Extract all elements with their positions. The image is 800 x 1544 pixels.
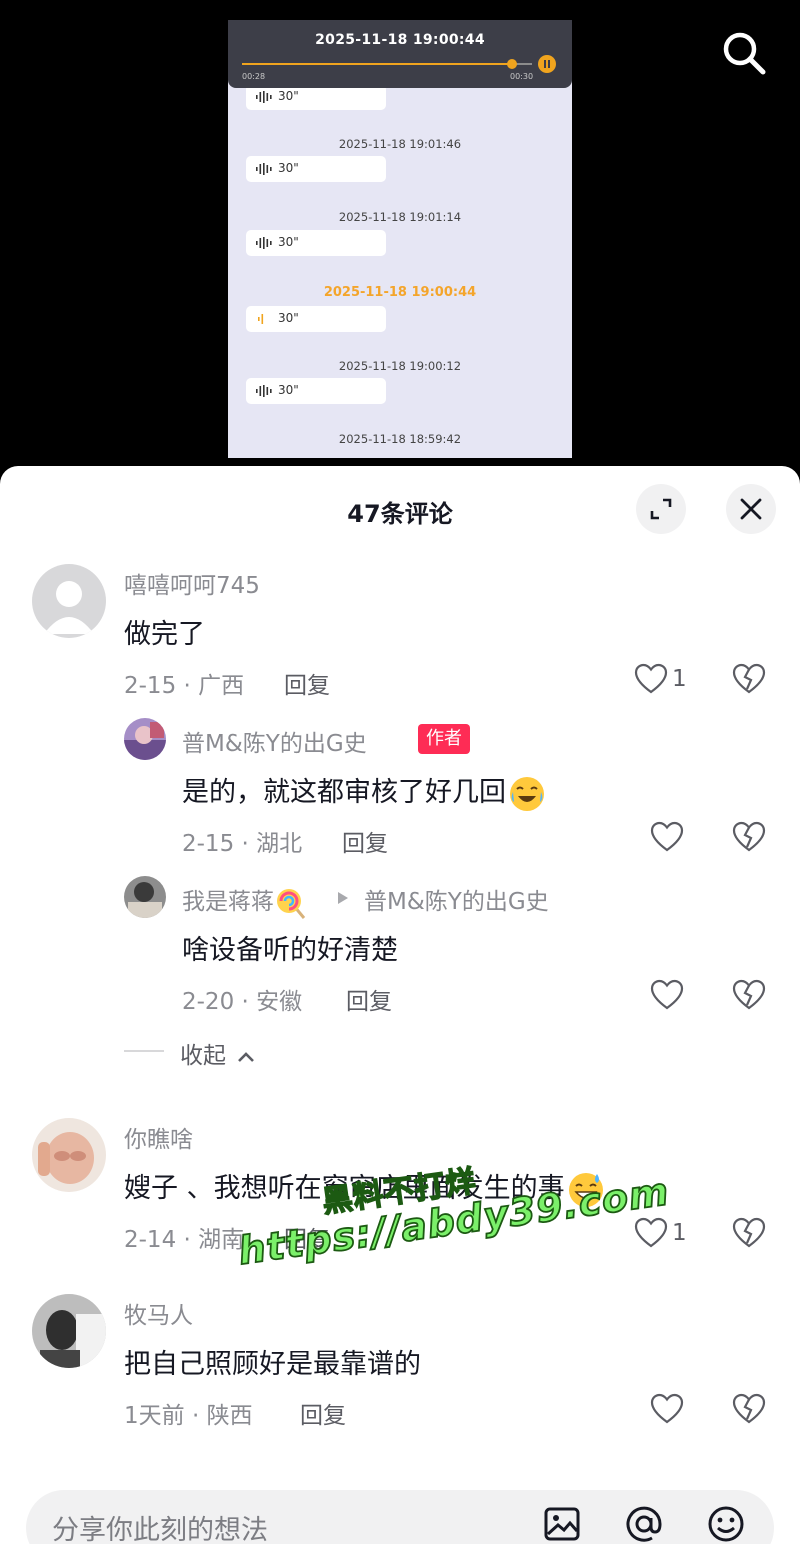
heart-icon[interactable] <box>634 662 668 696</box>
reply-button[interactable]: 回复 <box>284 666 330 700</box>
reply-meta: 2-20 · 安徽 <box>182 989 303 1015</box>
collapse-label: 收起 <box>180 1043 226 1069</box>
waveform-icon <box>256 91 272 103</box>
like-count: 1 <box>672 1220 687 1246</box>
voice-duration: 30" <box>278 311 299 325</box>
user-photo-icon <box>32 1118 106 1192</box>
search-button[interactable] <box>718 28 770 80</box>
record-time: 2025-11-18 19:01:46 <box>338 137 462 151</box>
close-button[interactable] <box>726 484 776 534</box>
avatar[interactable] <box>32 1118 106 1192</box>
progress-fill <box>242 63 512 65</box>
reply-username-text: 我是蒋蒋 <box>182 889 274 915</box>
user-photo-icon <box>124 876 166 918</box>
waveform-icon <box>256 163 272 175</box>
comment-input-bar[interactable]: 分享你此刻的想法 <box>26 1490 774 1544</box>
waveform-icon <box>256 385 272 397</box>
like-count: 1 <box>672 666 687 692</box>
image-icon[interactable] <box>542 1504 582 1544</box>
record-time-active: 2025-11-18 19:00:44 <box>323 285 477 300</box>
crying-laughing-emoji-icon <box>510 776 544 811</box>
progress-track[interactable] <box>242 59 532 69</box>
audio-player-bar: 2025-11-18 19:00:44 00:28 00:30 <box>228 20 572 88</box>
reply-meta: 2-15 · 湖北 <box>182 831 303 857</box>
player-title: 2025-11-18 19:00:44 <box>315 32 485 48</box>
record-time: 2025-11-18 19:01:14 <box>338 210 462 224</box>
waveform-playing-icon <box>258 314 264 324</box>
progress-knob[interactable] <box>506 59 517 69</box>
expand-button[interactable] <box>636 484 686 534</box>
user-photo-icon <box>124 718 166 760</box>
reply-username[interactable]: 普M&陈Y的出G史 <box>182 724 367 758</box>
reply-button[interactable]: 回复 <box>300 1396 346 1430</box>
author-badge: 作者 <box>418 724 470 754</box>
voice-record-2: 30" <box>246 230 386 256</box>
current-time: 00:28 <box>242 72 266 81</box>
heart-icon[interactable] <box>650 978 684 1012</box>
comment-meta: 1天前 · 陕西 <box>124 1403 253 1429</box>
close-icon <box>740 498 762 520</box>
comment-meta: 2-14 · 湖南 <box>124 1227 245 1253</box>
reply-username[interactable]: 我是蒋蒋 <box>182 882 308 920</box>
lollipop-icon <box>277 888 306 919</box>
comment-input-placeholder[interactable]: 分享你此刻的想法 <box>52 1508 268 1544</box>
voice-duration: 30" <box>278 235 299 249</box>
comment-meta: 2-15 · 广西 <box>124 673 245 699</box>
pause-button[interactable] <box>538 55 556 73</box>
duration-time: 00:30 <box>510 72 534 81</box>
comment-sheet: 47条评论 嘻嘻呵呵745 做完了 2-15 · 广西 回复 1 普M&陈Y的出… <box>0 466 800 1544</box>
comment-text-content: 嫂子 、我想听在窗帘店里面发生的事 <box>124 1173 565 1204</box>
reply-button[interactable]: 回复 <box>342 824 388 858</box>
comment-text: 做完了 <box>124 619 205 650</box>
collapse-replies-button[interactable]: 收起 <box>180 1036 255 1070</box>
search-icon <box>723 32 766 75</box>
voice-duration: 30" <box>278 89 299 103</box>
chevron-up-icon <box>238 1051 255 1062</box>
comment-username[interactable]: 嘻嘻呵呵745 <box>124 566 260 600</box>
broken-heart-icon[interactable] <box>732 820 766 854</box>
reply-to-username[interactable]: 普M&陈Y的出G史 <box>364 882 549 916</box>
broken-heart-icon[interactable] <box>732 1392 766 1426</box>
comment-text: 把自己照顾好是最靠谱的 <box>124 1349 421 1380</box>
heart-icon[interactable] <box>650 820 684 854</box>
avatar[interactable] <box>124 718 166 760</box>
video-player[interactable]: 30" 2025-11-18 19:01:46 30" 2025-11-18 1… <box>0 0 800 478</box>
heart-icon[interactable] <box>650 1392 684 1426</box>
comment-text: 嫂子 、我想听在窗帘店里面发生的事 <box>124 1166 605 1209</box>
emoji-icon[interactable] <box>706 1504 746 1544</box>
avatar[interactable] <box>32 564 106 638</box>
default-avatar-icon <box>32 564 106 638</box>
at-icon[interactable] <box>624 1504 664 1544</box>
collapse-divider <box>124 1050 164 1052</box>
expand-icon <box>650 498 672 520</box>
voice-duration: 30" <box>278 161 299 175</box>
grinning-sweat-emoji-icon <box>568 1172 603 1207</box>
broken-heart-icon[interactable] <box>732 1216 766 1250</box>
reply-text: 啥设备听的好清楚 <box>182 935 398 966</box>
avatar[interactable] <box>124 876 166 918</box>
reply-text: 是的，就这都审核了好几回 <box>182 770 546 813</box>
voice-record-4: 30" <box>246 378 386 404</box>
reply-button[interactable]: 回复 <box>346 982 392 1016</box>
avatar[interactable] <box>32 1294 106 1368</box>
reply-text-content: 是的，就这都审核了好几回 <box>182 777 506 808</box>
waveform-icon <box>256 237 272 249</box>
comment-username[interactable]: 牧马人 <box>124 1296 193 1330</box>
reply-button[interactable]: 回复 <box>284 1220 330 1254</box>
comment-username[interactable]: 你瞧啥 <box>124 1120 193 1154</box>
voice-record-3: 30" <box>246 306 386 332</box>
heart-icon[interactable] <box>634 1216 668 1250</box>
broken-heart-icon[interactable] <box>732 662 766 696</box>
voice-record-1: 30" <box>246 156 386 182</box>
broken-heart-icon[interactable] <box>732 978 766 1012</box>
video-frame: 30" 2025-11-18 19:01:46 30" 2025-11-18 1… <box>228 20 572 458</box>
record-time: 2025-11-18 18:59:42 <box>338 432 462 446</box>
voice-duration: 30" <box>278 383 299 397</box>
record-time: 2025-11-18 19:00:12 <box>338 359 462 373</box>
play-triangle-icon <box>338 892 348 904</box>
user-photo-icon <box>32 1294 106 1368</box>
